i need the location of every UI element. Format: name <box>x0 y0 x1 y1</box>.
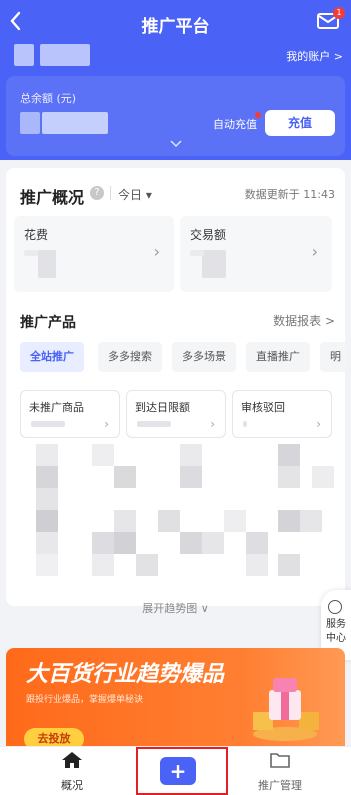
expand-trend-link[interactable]: 展开趋势图 ∨ <box>6 600 345 616</box>
my-account-link[interactable]: 我的账户 > <box>286 48 343 64</box>
blur-cell <box>136 554 158 576</box>
folder-icon <box>270 753 290 768</box>
metric-spend-value-blurred <box>38 250 56 278</box>
blur-cell <box>36 510 58 532</box>
tab-scene[interactable]: 多多场景 <box>172 342 236 372</box>
balance-value-blurred <box>20 112 40 134</box>
blur-cell <box>36 488 58 510</box>
metric-gmv-value-blurred-2 <box>190 250 204 256</box>
card-daily-limit-label: 到达日限额 <box>135 401 190 414</box>
blur-cell <box>180 444 202 466</box>
tab-more[interactable]: 明 <box>320 342 345 372</box>
tab-live[interactable]: 直播推广 <box>246 342 310 372</box>
blurred-trend-area <box>22 444 334 582</box>
account-name-blurred <box>40 44 90 66</box>
chevron-down-icon[interactable] <box>169 140 182 151</box>
blur-cell <box>114 532 136 554</box>
service-center-label: 服务中心 <box>326 619 346 644</box>
metric-gmv[interactable]: 交易额 › <box>180 216 332 292</box>
chevron-right-icon: › <box>311 242 318 261</box>
tab-site-wide[interactable]: 全站推广 <box>20 342 84 372</box>
blur-cell <box>114 510 136 532</box>
blur-cell <box>180 532 202 554</box>
blur-cell <box>278 444 300 466</box>
metric-spend-label: 花费 <box>24 228 49 242</box>
metric-spend[interactable]: 花费 › <box>14 216 174 292</box>
metric-gmv-label: 交易额 <box>190 228 227 242</box>
products-title: 推广产品 <box>20 315 76 331</box>
account-avatar-blurred <box>14 44 34 66</box>
metric-gmv-value-blurred <box>202 250 226 278</box>
blur-cell <box>180 466 202 488</box>
banner-subtitle: 跟投行业爆品，掌握爆单秘诀 <box>26 695 144 705</box>
card-review-rejected-value-blurred <box>243 421 247 427</box>
nav-overview[interactable]: 概况 <box>12 751 132 793</box>
blur-cell <box>36 554 58 576</box>
mail-button[interactable]: 1 <box>317 7 345 30</box>
nav-manage-label: 推广管理 <box>258 779 302 792</box>
gift-box-icon <box>253 678 319 741</box>
card-daily-limit-value-blurred <box>137 421 171 427</box>
banner-title: 大百货行业趋势爆品 <box>26 662 225 687</box>
chevron-right-icon: › <box>316 417 321 431</box>
chevron-right-icon: › <box>104 417 109 431</box>
product-tabs: 全站推广 多多搜索 多多场景 直播推广 明 <box>20 342 345 372</box>
blur-cell <box>36 532 58 554</box>
tab-search[interactable]: 多多搜索 <box>98 342 162 372</box>
chevron-right-icon: › <box>210 417 215 431</box>
header: 推广平台 1 我的账户 > 总余额 (元) 自动充值 充值 <box>0 0 351 160</box>
blur-cell <box>300 510 322 532</box>
blur-cell <box>202 532 224 554</box>
home-icon <box>62 752 82 768</box>
bottom-nav: 概况 + 推广管理 <box>0 746 351 795</box>
blur-cell <box>278 554 300 576</box>
data-report-link[interactable]: 数据报表 > <box>273 312 335 329</box>
blur-cell <box>36 466 58 488</box>
balance-card: 总余额 (元) 自动充值 充值 <box>6 76 345 156</box>
recharge-button[interactable]: 充值 <box>265 110 335 136</box>
period-select[interactable]: 今日 ▾ <box>118 186 152 203</box>
overview-title: 推广概况 <box>20 188 85 207</box>
balance-value-blurred-2 <box>42 112 108 134</box>
overview-card: 推广概况 ? 今日 ▾ 数据更新于 11:43 花费 › 交易额 › 推广产品 … <box>6 168 345 615</box>
card-unpromoted-label: 未推广商品 <box>29 401 84 414</box>
auto-recharge-label: 自动充值 <box>213 118 257 131</box>
auto-recharge-link[interactable]: 自动充值 <box>213 112 261 132</box>
mail-badge: 1 <box>333 7 345 19</box>
chevron-right-icon: › <box>153 242 160 261</box>
blur-cell <box>278 466 300 488</box>
nav-manage[interactable]: 推广管理 <box>220 751 340 793</box>
nav-overview-label: 概况 <box>61 779 83 792</box>
page-title: 推广平台 <box>141 17 210 37</box>
highlight-frame: + <box>136 747 228 795</box>
blur-cell <box>92 532 114 554</box>
metric-spend-value-blurred-2 <box>24 250 38 256</box>
card-review-rejected-label: 审核驳回 <box>241 401 285 414</box>
blur-cell <box>92 444 114 466</box>
blur-cell <box>246 554 268 576</box>
card-unpromoted-value-blurred <box>31 421 65 427</box>
balance-label: 总余额 (元) <box>20 92 77 105</box>
promo-banner[interactable]: 大百货行业趋势爆品 跟投行业爆品，掌握爆单秘诀 去投放 <box>6 648 345 758</box>
data-updated-time: 数据更新于 11:43 <box>244 188 335 201</box>
smile-icon <box>328 600 342 614</box>
card-unpromoted[interactable]: 未推广商品 › <box>20 390 120 438</box>
blur-cell <box>246 532 268 554</box>
blur-cell <box>312 466 334 488</box>
blur-cell <box>36 444 58 466</box>
blur-cell <box>278 510 300 532</box>
divider <box>110 186 111 200</box>
blur-cell <box>224 510 246 532</box>
add-button[interactable]: + <box>160 757 196 785</box>
blur-cell <box>92 554 114 576</box>
auto-recharge-dot <box>255 112 261 118</box>
nav-bar: 推广平台 1 <box>0 0 351 46</box>
blur-cell <box>114 466 136 488</box>
blur-cell <box>158 510 180 532</box>
question-icon[interactable]: ? <box>90 186 104 200</box>
card-review-rejected[interactable]: 审核驳回 › <box>232 390 332 438</box>
card-daily-limit[interactable]: 到达日限额 › <box>126 390 226 438</box>
account-row: 我的账户 > <box>0 44 351 72</box>
